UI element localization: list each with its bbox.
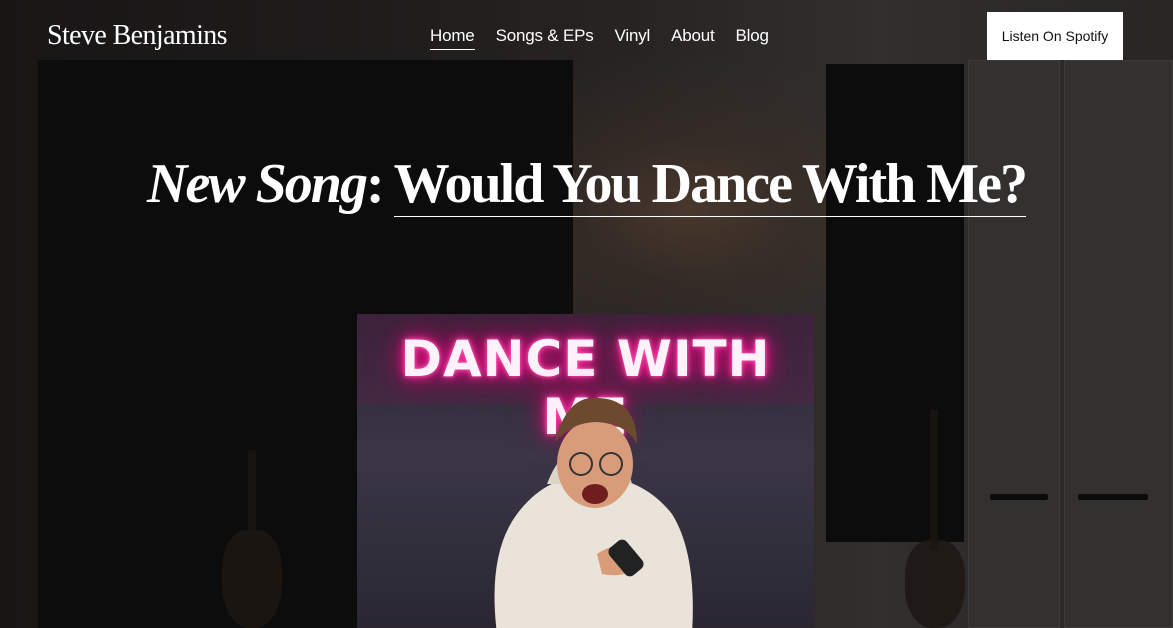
site-title-link[interactable]: Steve Benjamins (47, 20, 228, 52)
nav-link-blog[interactable]: Blog (736, 26, 769, 50)
nav-link-songs-eps[interactable]: Songs & EPs (496, 26, 594, 50)
headline-separator: : (365, 153, 394, 215)
headline-prefix: New Song (147, 153, 368, 215)
nav-link-vinyl[interactable]: Vinyl (615, 26, 651, 50)
nav-link-home[interactable]: Home (430, 26, 475, 50)
album-cover-image[interactable]: DANCE WITH ME (357, 314, 814, 628)
nav-link-about[interactable]: About (671, 26, 715, 50)
listen-on-spotify-button[interactable]: Listen On Spotify (987, 12, 1123, 60)
new-song-link[interactable]: Would You Dance With Me? (393, 153, 1028, 217)
site-header: Steve Benjamins Home Songs & EPs Vinyl A… (0, 0, 1173, 72)
main-nav: Home Songs & EPs Vinyl About Blog (430, 26, 769, 50)
hero-headline: New Song: Would You Dance With Me? (0, 152, 1173, 217)
singer-illustration (494, 397, 693, 628)
